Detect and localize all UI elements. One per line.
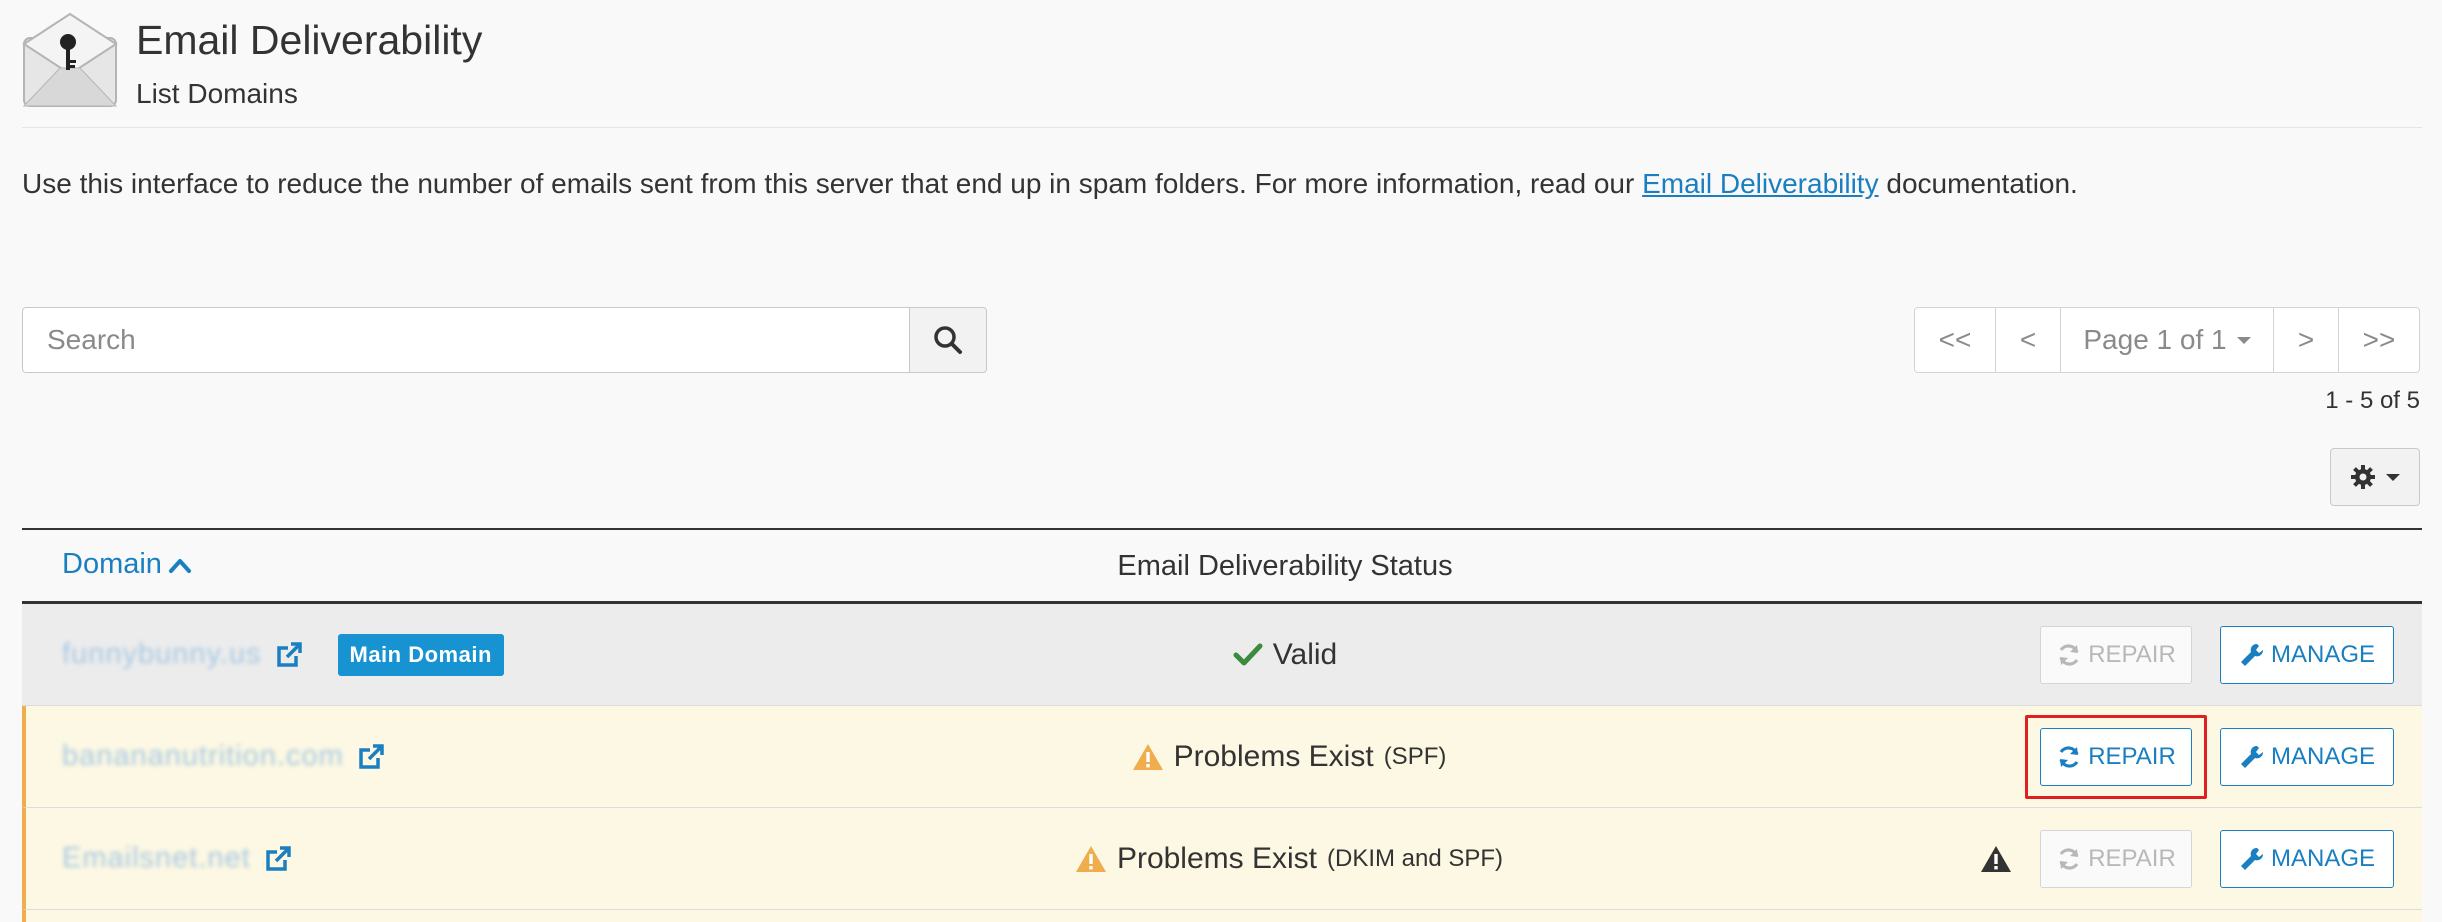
intro-text: Use this interface to reduce the number … — [22, 168, 2078, 200]
chevron-down-icon — [2236, 336, 2251, 344]
email-key-icon — [22, 12, 118, 107]
page-select-label: Page 1 of 1 — [2083, 324, 2227, 355]
manage-label: MANAGE — [2270, 742, 2375, 770]
row-actions: REPAIR MANAGE — [2025, 706, 2394, 807]
status-detail: (SPF) — [1383, 742, 1447, 770]
column-header-status-wrap: Email Deliverability Status — [22, 550, 2442, 583]
search-input[interactable] — [22, 307, 909, 373]
table-row: banananutrition.com Problems Exist (SPF)… — [22, 706, 2422, 808]
status-text: Valid — [1272, 637, 1338, 671]
manage-button[interactable]: MANAGE — [2220, 727, 2394, 786]
alert-icon[interactable] — [1980, 845, 2012, 873]
domain-cell: banananutrition.com — [62, 706, 386, 807]
gear-icon — [2351, 465, 2375, 489]
table-row: funnybunny.us Main Domain Valid REPAIR M… — [22, 604, 2422, 706]
page-select[interactable]: Page 1 of 1 — [2060, 307, 2274, 373]
wrench-icon — [2240, 847, 2263, 870]
pagination: << < Page 1 of 1 > >> — [1914, 307, 2420, 373]
sort-ascending-icon — [168, 558, 191, 573]
intro-text-after: documentation. — [1878, 168, 2078, 199]
manage-button[interactable]: MANAGE — [2220, 625, 2394, 684]
domain-link[interactable]: funnybunny.us — [62, 638, 262, 671]
row-actions: REPAIR MANAGE — [2040, 604, 2394, 705]
documentation-link[interactable]: Email Deliverability — [1642, 168, 1879, 199]
row-actions: REPAIR MANAGE — [1980, 808, 2394, 909]
repair-label: REPAIR — [2088, 742, 2176, 770]
page-subtitle: List Domains — [136, 78, 298, 109]
status-text: Problems Exist — [1173, 739, 1374, 773]
column-header-status: Email Deliverability Status — [1117, 550, 1453, 582]
table-settings-button[interactable] — [2330, 448, 2420, 506]
page-title: Email Deliverability — [136, 17, 483, 63]
search-bar — [22, 307, 987, 373]
external-link-icon[interactable] — [274, 640, 304, 670]
manage-label: MANAGE — [2270, 844, 2375, 872]
refresh-icon — [2059, 745, 2079, 768]
result-range: 1 - 5 of 5 — [2325, 387, 2420, 414]
external-link-icon[interactable] — [263, 844, 293, 874]
table-row: Emailsnet.net Problems Exist (DKIM and S… — [22, 808, 2422, 910]
domain-cell: Emailsnet.net — [62, 808, 293, 909]
check-icon — [1233, 643, 1263, 665]
refresh-icon — [2059, 847, 2079, 870]
repair-button[interactable]: REPAIR — [2040, 727, 2192, 786]
wrench-icon — [2240, 745, 2263, 768]
refresh-icon — [2059, 643, 2079, 666]
main-domain-badge: Main Domain — [337, 633, 504, 676]
external-link-icon[interactable] — [356, 742, 386, 772]
repair-button[interactable]: REPAIR — [2040, 829, 2192, 888]
search-button[interactable] — [909, 307, 987, 373]
repair-button[interactable]: REPAIR — [2040, 625, 2192, 684]
prev-page-button[interactable]: < — [1995, 307, 2061, 373]
first-page-button[interactable]: << — [1914, 307, 1996, 373]
repair-highlight-wrap: REPAIR — [2025, 714, 2207, 799]
warning-icon — [1132, 743, 1163, 770]
last-page-button[interactable]: >> — [2338, 307, 2420, 373]
column-header-domain: Domain — [62, 548, 162, 580]
status-detail: (DKIM and SPF) — [1327, 844, 1504, 872]
domain-cell: funnybunny.us Main Domain — [62, 604, 504, 705]
next-page-button[interactable]: > — [2273, 307, 2339, 373]
page-header: Email Deliverability List Domains — [22, 12, 2422, 128]
table-header: Domain Email Deliverability Status — [22, 528, 2422, 604]
chevron-down-icon — [2386, 473, 2400, 481]
domain-link[interactable]: banananutrition.com — [62, 740, 344, 773]
sort-by-domain[interactable]: Domain — [62, 548, 192, 581]
repair-label: REPAIR — [2088, 640, 2176, 668]
status-text: Problems Exist — [1116, 841, 1317, 875]
manage-button[interactable]: MANAGE — [2220, 829, 2394, 888]
domains-table: Domain Email Deliverability Status funny… — [22, 528, 2422, 922]
wrench-icon — [2240, 643, 2263, 666]
manage-label: MANAGE — [2270, 640, 2375, 668]
warning-icon — [1075, 845, 1106, 872]
domain-link[interactable]: Emailsnet.net — [62, 842, 251, 875]
intro-text-before: Use this interface to reduce the number … — [22, 168, 1643, 199]
repair-label: REPAIR — [2088, 844, 2176, 872]
search-icon — [934, 326, 962, 354]
table-row — [22, 910, 2422, 922]
